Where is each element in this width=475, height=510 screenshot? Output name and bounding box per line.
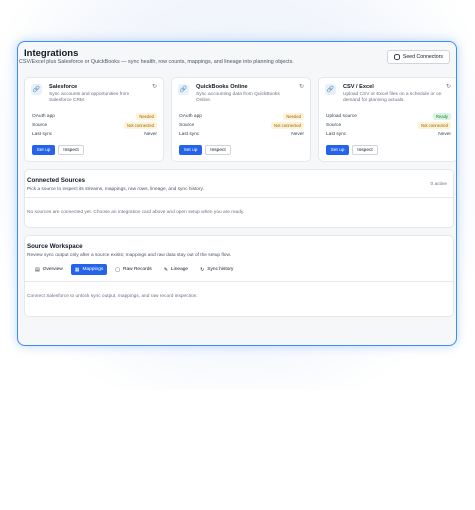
- section-title: Source Workspace: [27, 243, 83, 250]
- empty-state: No sources are connected yet. Choose an …: [27, 210, 245, 215]
- tab-label: Overview: [42, 267, 63, 272]
- row-value: Never: [438, 131, 451, 137]
- refresh-icon[interactable]: ↻: [446, 83, 451, 90]
- setup-button[interactable]: Set up: [32, 145, 55, 155]
- tab-label: Raw Records: [123, 267, 152, 272]
- pen-icon: ✎: [163, 266, 169, 273]
- card-name: CSV / Excel: [343, 84, 374, 90]
- row-label: Source: [32, 122, 48, 128]
- section-subtitle: Pick a source to inspect its streams, ma…: [27, 187, 204, 192]
- active-count: 0 active: [430, 182, 447, 187]
- grid-icon: ▦: [74, 266, 80, 273]
- row-label: Upload source: [326, 113, 357, 119]
- row-label: Source: [179, 122, 195, 128]
- row-label: Last sync: [326, 131, 347, 137]
- card-name: Salesforce: [49, 84, 78, 90]
- overview-icon: ▤: [35, 266, 40, 273]
- tab-label: Mappings: [82, 267, 104, 272]
- file-icon: ▢: [115, 266, 121, 273]
- card-row: Last sync Never: [326, 130, 451, 138]
- card-row: Source Not connected: [326, 121, 451, 129]
- empty-state: Connect Salesforce to unlock sync output…: [27, 294, 198, 299]
- card-description: Sync accounting data from QuickBooks Onl…: [196, 92, 280, 104]
- link-icon: 🔗: [31, 84, 42, 95]
- refresh-icon[interactable]: ↻: [152, 83, 157, 90]
- divider: [25, 281, 453, 282]
- divider: [25, 197, 453, 198]
- row-label: Last sync: [179, 131, 200, 137]
- link-icon: 🔗: [325, 84, 336, 95]
- row-value: Never: [291, 131, 304, 137]
- tab-mappings[interactable]: ▦ Mappings: [70, 264, 108, 275]
- status-badge: Not connected: [270, 121, 304, 129]
- workspace-tabs: ▤ Overview ▦ Mappings ▢ Raw Records ✎ Li…: [31, 264, 238, 275]
- database-icon: [393, 54, 400, 60]
- row-label: Source: [326, 122, 342, 128]
- source-workspace-section: Source Workspace Review sync output only…: [24, 235, 454, 317]
- section-subtitle: Review sync output only after a source e…: [27, 253, 231, 258]
- card-row: Last sync Never: [179, 130, 304, 138]
- row-label: Last sync: [32, 131, 53, 137]
- section-title: Connected Sources: [27, 177, 86, 184]
- card-description: Sync accounts and opportunities from Sal…: [49, 92, 130, 104]
- integrations-panel: Integrations CSV/Excel plus Salesforce o…: [17, 41, 457, 346]
- card-row: Source Not connected: [32, 121, 157, 129]
- row-value: Never: [144, 131, 157, 137]
- seed-connectors-label: Seed Connectors: [402, 54, 443, 60]
- card-name: QuickBooks Online: [196, 84, 248, 90]
- setup-button[interactable]: Set up: [179, 145, 202, 155]
- tab-raw-records[interactable]: ▢ Raw Records: [111, 264, 156, 275]
- card-row: Last sync Never: [32, 130, 157, 138]
- tab-sync-history[interactable]: ↻ Sync history: [196, 264, 238, 275]
- page-subtitle: CSV/Excel plus Salesforce or QuickBooks …: [19, 59, 294, 65]
- link-icon: 🔗: [178, 84, 189, 95]
- card-description: Upload CSV or Excel files on a schedule …: [343, 92, 442, 104]
- card-row: OAuth app Needed: [32, 112, 157, 120]
- inspect-button[interactable]: Inspect: [58, 145, 84, 155]
- card-row: Source Not connected: [179, 121, 304, 129]
- status-badge: Needed: [136, 112, 157, 120]
- inspect-button[interactable]: Inspect: [205, 145, 231, 155]
- inspect-button[interactable]: Inspect: [352, 145, 378, 155]
- setup-button[interactable]: Set up: [326, 145, 349, 155]
- tab-label: Lineage: [171, 267, 189, 272]
- tab-overview[interactable]: ▤ Overview: [31, 264, 67, 275]
- status-badge: Not connected: [417, 121, 451, 129]
- integration-card-csv-excel: 🔗 CSV / Excel Upload CSV or Excel files …: [318, 77, 456, 162]
- integration-card-quickbooks: 🔗 QuickBooks Online Sync accounting data…: [171, 77, 311, 162]
- row-label: OAuth app: [179, 113, 202, 119]
- integration-card-salesforce: 🔗 Salesforce Sync accounts and opportuni…: [24, 77, 164, 162]
- tab-lineage[interactable]: ✎ Lineage: [159, 264, 193, 275]
- tab-label: Sync history: [207, 267, 234, 272]
- row-label: OAuth app: [32, 113, 55, 119]
- card-row: OAuth app Needed: [179, 112, 304, 120]
- status-badge: Not connected: [123, 121, 157, 129]
- refresh-icon: ↻: [200, 266, 205, 273]
- seed-connectors-button[interactable]: Seed Connectors: [386, 50, 450, 64]
- status-badge: Ready: [432, 112, 451, 120]
- status-badge: Needed: [283, 112, 304, 120]
- connected-sources-section: Connected Sources Pick a source to inspe…: [24, 169, 454, 228]
- page-title: Integrations: [24, 48, 79, 59]
- card-row: Upload source Ready: [326, 112, 451, 120]
- refresh-icon[interactable]: ↻: [299, 83, 304, 90]
